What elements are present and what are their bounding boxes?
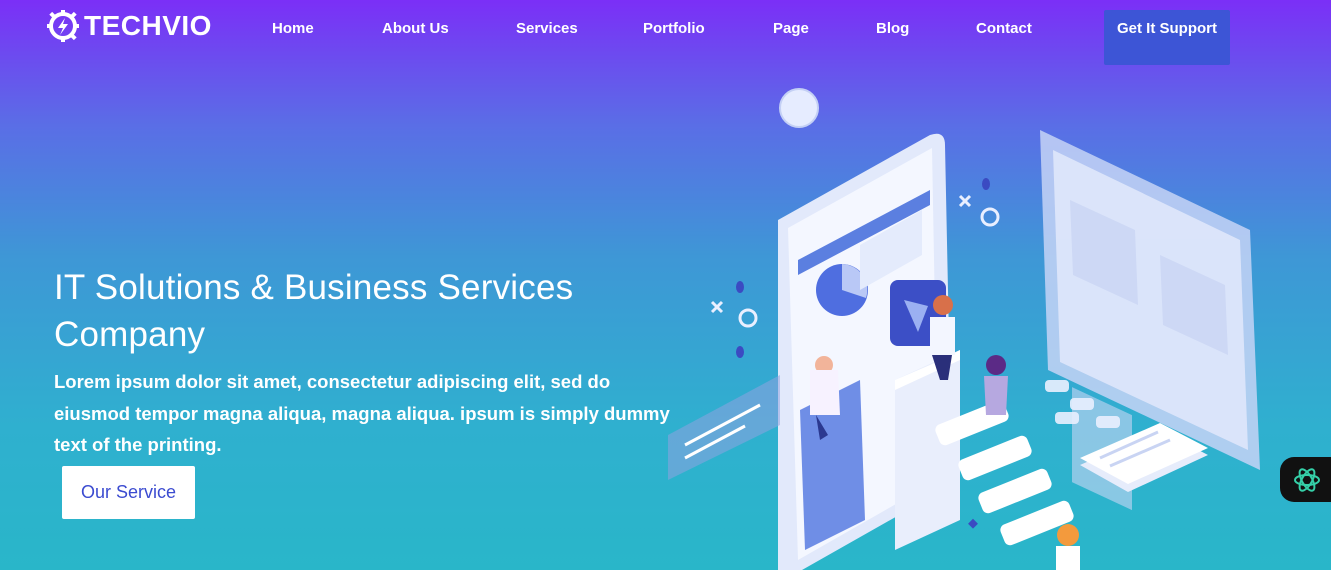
sphere-decoration [779, 88, 819, 128]
ai-assistant-widget[interactable] [1280, 457, 1331, 502]
ai-assistant-icon [1294, 467, 1320, 492]
get-it-support-button[interactable]: Get It Support [1104, 10, 1230, 65]
brand-name: TECHVIO [84, 10, 212, 41]
chat-bubble-decoration [668, 375, 780, 480]
our-service-button[interactable]: Our Service [62, 466, 195, 519]
nav-home[interactable]: Home [272, 20, 314, 37]
hero-description: Lorem ipsum dolor sit amet, consectetur … [54, 371, 670, 455]
top-navbar: TECHVIO Home About Us Services Portfolio… [0, 0, 1331, 65]
nav-page[interactable]: Page [773, 20, 809, 37]
hero-illustration [668, 88, 1260, 570]
gear-bolt-icon [47, 10, 79, 42]
nav-services[interactable]: Services [516, 20, 578, 37]
nav-contact[interactable]: Contact [976, 20, 1032, 37]
nav-about-us[interactable]: About Us [382, 20, 449, 37]
logo[interactable]: TECHVIO [46, 9, 212, 43]
hero-title: IT Solutions & Business Services Company [54, 268, 574, 354]
nav-portfolio[interactable]: Portfolio [643, 20, 705, 37]
nav-blog[interactable]: Blog [876, 20, 909, 37]
